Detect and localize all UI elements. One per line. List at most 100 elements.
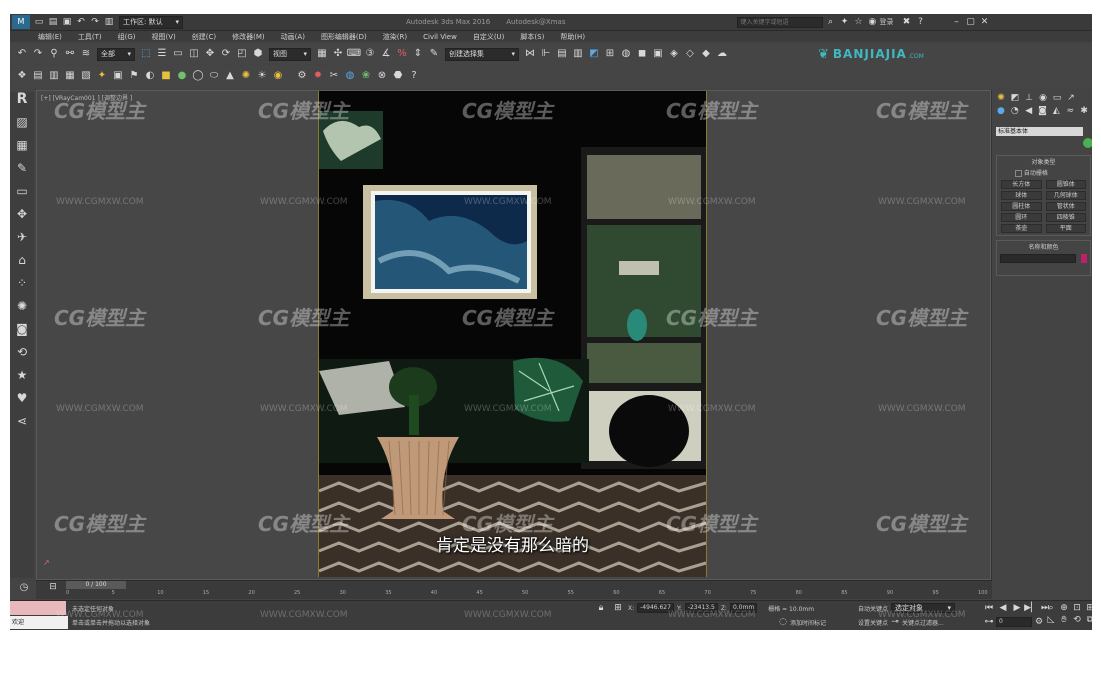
menu-item[interactable]: 脚本(S) xyxy=(520,32,544,42)
plane-icon[interactable]: ✈ xyxy=(15,230,29,244)
window-crossing-icon[interactable]: ◫ xyxy=(188,48,200,60)
move-icon[interactable]: ✥ xyxy=(204,48,216,60)
primitive-button[interactable]: 长方体 xyxy=(1001,180,1042,189)
render-iterative-icon[interactable]: ◇ xyxy=(684,48,696,60)
layer-highlight-icon[interactable]: ✦ xyxy=(96,70,108,82)
unlink-icon[interactable]: ⚯ xyxy=(64,48,76,60)
share-icon[interactable]: ⋖ xyxy=(15,414,29,428)
primitive-button[interactable]: 圆锥体 xyxy=(1045,180,1086,189)
y-coordinate-field[interactable]: -23413.5 xyxy=(684,603,718,613)
spacewarps-icon[interactable]: ≈ xyxy=(1065,106,1075,116)
object-color-swatch[interactable] xyxy=(1081,254,1087,263)
a360-render-icon[interactable]: ☁ xyxy=(716,48,728,60)
display-tab-icon[interactable]: ▭ xyxy=(1052,93,1062,103)
link-icon[interactable]: ⚲ xyxy=(48,48,60,60)
cylinder-icon[interactable]: ⬭ xyxy=(208,70,220,82)
panel-expand-handle[interactable] xyxy=(1083,138,1092,148)
autogrid-checkbox[interactable] xyxy=(1015,170,1022,177)
help-icon[interactable]: ? xyxy=(915,17,925,27)
time-config-icon[interactable]: ⚙ xyxy=(1034,617,1044,627)
systems-icon[interactable]: ✱ xyxy=(1079,106,1089,116)
undo-icon[interactable]: ↶ xyxy=(76,17,86,27)
manipulate-icon[interactable]: ✣ xyxy=(332,48,344,60)
menu-item[interactable]: Civil View xyxy=(423,33,457,41)
vray-export-icon[interactable]: ⊗ xyxy=(376,70,388,82)
menu-item[interactable]: 动画(A) xyxy=(281,32,305,42)
cameras-icon[interactable]: ◙ xyxy=(1038,106,1048,116)
key-filters-button[interactable]: 关键点过滤器... xyxy=(902,618,944,627)
toggle-ribbon-icon[interactable]: ▥ xyxy=(572,48,584,60)
vray-proxy-icon[interactable]: ⚙ xyxy=(296,70,308,82)
image-icon[interactable]: ▨ xyxy=(15,115,29,129)
workspace-dropdown[interactable]: 工作区: 默认 ▾ xyxy=(119,15,183,29)
search-icon[interactable]: ⌕ xyxy=(825,17,835,27)
selection-region-icon[interactable]: ▭ xyxy=(172,48,184,60)
align-icon[interactable]: ⊩ xyxy=(540,48,552,60)
keyboard-shortcut-icon[interactable]: ⌨ xyxy=(347,48,361,60)
rendered-frame-window-icon[interactable]: ▣ xyxy=(652,48,664,60)
layer-icon[interactable]: ▤ xyxy=(32,70,44,82)
mirror-icon[interactable]: ⋈ xyxy=(524,48,536,60)
angle-snap-icon[interactable]: ∡ xyxy=(380,48,392,60)
layer-select-icon[interactable]: ▦ xyxy=(64,70,76,82)
settings-icon[interactable]: ✺ xyxy=(15,299,29,313)
primitive-button[interactable]: 平面 xyxy=(1045,224,1086,233)
primitive-button[interactable]: 四棱锥 xyxy=(1045,213,1086,222)
sphere-primitive-icon[interactable]: ● xyxy=(176,70,188,82)
named-selection-dropdown[interactable]: 创建选择集 ▾ xyxy=(445,47,519,61)
clock-icon[interactable]: ◷ xyxy=(18,582,30,594)
object-name-field[interactable] xyxy=(1000,254,1076,263)
vray-help-icon[interactable]: ? xyxy=(408,70,420,82)
close-icon[interactable]: ✕ xyxy=(979,17,989,27)
maxscript-output[interactable]: 欢迎 xyxy=(10,616,68,629)
undo-icon[interactable]: ↶ xyxy=(16,48,28,60)
pivot-center-icon[interactable]: ▦ xyxy=(316,48,328,60)
time-slider[interactable]: 0 / 100 xyxy=(66,581,126,589)
menu-item[interactable]: 修改器(M) xyxy=(232,32,265,42)
key-mode-icon[interactable]: ⊶ xyxy=(984,617,994,627)
viewport-icon[interactable]: ▣ xyxy=(112,70,124,82)
vray-logo-icon[interactable]: R xyxy=(15,92,29,106)
camera-viewport[interactable]: [+] [VRayCam001 ] [调整边界 ] 肯定是没有那么暗的 ↗ xyxy=(36,90,991,580)
reference-coord-dropdown[interactable]: 视图 ▾ xyxy=(269,47,311,61)
menu-item[interactable]: 创建(C) xyxy=(192,32,216,42)
grid-icon[interactable]: ⁘ xyxy=(15,276,29,290)
app-logo-icon[interactable]: M xyxy=(12,15,30,29)
bind-spacewarp-icon[interactable]: ≋ xyxy=(80,48,92,60)
help-center-icon[interactable]: ✦ xyxy=(839,17,849,27)
maximize-viewport-icon[interactable]: ⧉ xyxy=(1085,615,1092,625)
edit-named-selection-icon[interactable]: ✎ xyxy=(428,48,440,60)
geometry-icon[interactable]: ● xyxy=(996,106,1006,116)
search-input[interactable] xyxy=(737,16,824,28)
star-icon[interactable]: ★ xyxy=(15,368,29,382)
vray-frame-buffer-icon[interactable]: ⬣ xyxy=(392,70,404,82)
viewport-label[interactable]: [+] [VRayCam001 ] [调整边界 ] xyxy=(41,93,132,102)
percent-snap-icon[interactable]: % xyxy=(396,48,408,60)
select-object-icon[interactable]: ⬚ xyxy=(140,48,152,60)
zoom-all-icon[interactable]: ⊕ xyxy=(1059,603,1069,613)
snap-toggle-icon[interactable]: ③ xyxy=(364,48,376,60)
zoom-icon[interactable]: ⌕ xyxy=(1046,603,1056,613)
heart-icon[interactable]: ♥ xyxy=(15,391,29,405)
cone-icon[interactable]: ▲ xyxy=(224,70,236,82)
menu-item[interactable]: 渲染(R) xyxy=(383,32,407,42)
edit-icon[interactable]: ✎ xyxy=(15,161,29,175)
vray-sphere-icon[interactable]: ◍ xyxy=(344,70,356,82)
primitive-button[interactable]: 茶壶 xyxy=(1001,224,1042,233)
containers-icon[interactable]: ❖ xyxy=(16,70,28,82)
sign-in-link[interactable]: 登录 xyxy=(879,17,893,27)
curve-editor-icon[interactable]: ◩ xyxy=(588,48,600,60)
previous-frame-icon[interactable]: ◀ xyxy=(998,603,1008,613)
primitive-button[interactable]: 圆柱体 xyxy=(1001,202,1042,211)
layout-icon[interactable]: ▦ xyxy=(15,138,29,152)
place-icon[interactable]: ⬢ xyxy=(252,48,264,60)
zoom-extents-all-icon[interactable]: ⊞ xyxy=(1085,603,1092,613)
user-icon[interactable]: ◉ xyxy=(867,17,877,27)
hierarchy-tab-icon[interactable]: ⊥ xyxy=(1024,93,1034,103)
zoom-extents-icon[interactable]: ⊡ xyxy=(1072,603,1082,613)
monitor-icon[interactable]: ▭ xyxy=(15,184,29,198)
pan-icon[interactable]: ✋︎ xyxy=(1059,615,1069,625)
selection-filter-dropdown[interactable]: 全部 ▾ xyxy=(97,47,135,61)
vray-fur-icon[interactable]: ✸ xyxy=(312,70,324,82)
layer-current-icon[interactable]: ▧ xyxy=(80,70,92,82)
